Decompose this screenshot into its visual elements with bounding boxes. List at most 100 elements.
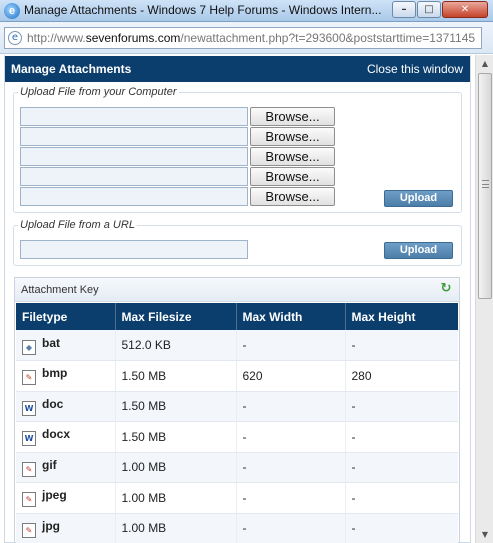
max-filesize-cell: 1.00 MB — [115, 482, 237, 514]
filetype-label: jpeg — [42, 488, 67, 503]
page-globe-icon: e — [8, 31, 22, 45]
browse-button-4[interactable]: Browse... — [250, 167, 335, 186]
browse-button-3[interactable]: Browse... — [250, 147, 335, 166]
filetype-cell: Wdoc — [16, 391, 116, 422]
window-title: Manage Attachments - Windows 7 Help Foru… — [24, 3, 382, 17]
file-path-field-5[interactable] — [20, 187, 248, 206]
file-path-field-4[interactable] — [20, 167, 248, 186]
manage-attachments-panel: Manage Attachments Close this window Upl… — [4, 55, 471, 543]
column-header-max-height[interactable]: Max Height — [345, 303, 458, 330]
file-path-field-2[interactable] — [20, 127, 248, 146]
close-this-window-link[interactable]: Close this window — [367, 62, 463, 76]
refresh-icon[interactable]: ↻ — [439, 282, 453, 296]
file-path-field-1[interactable] — [20, 107, 248, 126]
filetype-label: docx — [42, 427, 71, 442]
max-height-cell: 280 — [345, 360, 458, 392]
max-width-cell: - — [236, 330, 346, 361]
upload-computer-legend: Upload File from your Computer — [18, 86, 179, 98]
url-text[interactable]: http://www.sevenforums.com/newattachment… — [27, 31, 479, 47]
url-prefix: http://www. — [27, 31, 86, 45]
attachment-key-title: Attachment Key — [21, 284, 99, 296]
url-input[interactable] — [20, 240, 248, 259]
table-row: ✎ jpg 1.00 MB - - — [16, 513, 458, 543]
generic-file-icon: ◆ — [22, 339, 36, 355]
url-path: /newattachment.php?t=293600&poststarttim… — [180, 31, 476, 45]
upload-from-url-button[interactable]: Upload — [384, 242, 453, 259]
max-height-cell: - — [345, 421, 458, 453]
table-row: ✎ bmp 1.50 MB 620 280 — [16, 360, 458, 392]
window-titlebar: e Manage Attachments - Windows 7 Help Fo… — [0, 0, 493, 22]
table-row: ✎ gif 1.00 MB - - — [16, 452, 458, 483]
max-filesize-cell: 1.50 MB — [115, 391, 237, 422]
filetype-label: doc — [42, 396, 64, 411]
column-header-max-width[interactable]: Max Width — [236, 303, 346, 330]
column-header-max-filesize[interactable]: Max Filesize — [115, 303, 237, 330]
max-height-cell: - — [345, 482, 458, 514]
maximize-icon: □ — [424, 4, 434, 15]
scroll-down-arrow-icon[interactable]: ▼ — [477, 526, 493, 543]
minimize-button[interactable]: – — [392, 1, 416, 18]
max-width-cell: - — [236, 482, 346, 514]
filetype-cell: ◆ bat — [16, 330, 116, 361]
address-field[interactable]: e http://www.sevenforums.com/newattachme… — [4, 27, 482, 49]
filetype-label: gif — [42, 457, 57, 472]
scroll-up-arrow-icon[interactable]: ▲ — [477, 55, 493, 72]
vertical-scrollbar[interactable]: ▲ ▼ — [475, 55, 493, 543]
max-height-cell: - — [345, 452, 458, 483]
minimize-icon: – — [401, 4, 407, 15]
paint-image-icon: ✎ — [22, 522, 36, 538]
paint-image-icon: ✎ — [22, 461, 36, 477]
filetype-cell: ✎ gif — [16, 452, 116, 483]
max-width-cell: - — [236, 513, 346, 543]
max-filesize-cell: 1.00 MB — [115, 513, 237, 543]
filetype-cell: Wdocx — [16, 421, 116, 453]
panel-title: Manage Attachments — [11, 62, 132, 76]
paint-image-icon: ✎ — [22, 492, 36, 508]
upload-from-url-section: Upload File from a URL Upload — [13, 219, 462, 266]
close-icon: ✕ — [460, 4, 470, 15]
page-viewport: Manage Attachments Close this window Upl… — [0, 55, 493, 543]
browse-button-2[interactable]: Browse... — [250, 127, 335, 146]
browse-button-5[interactable]: Browse... — [250, 187, 335, 206]
attachment-key-header: Attachment Key ↻ — [15, 278, 459, 302]
filetype-label: bat — [42, 335, 60, 350]
upload-from-computer-section: Upload File from your Computer Browse...… — [13, 86, 462, 213]
table-row: ✎ jpeg 1.00 MB - - — [16, 482, 458, 514]
paint-image-icon: ✎ — [22, 370, 36, 386]
max-width-cell: - — [236, 452, 346, 483]
max-height-cell: - — [345, 330, 458, 361]
max-height-cell: - — [345, 391, 458, 422]
maximize-button[interactable]: □ — [417, 1, 441, 18]
table-row: Wdocx 1.50 MB - - — [16, 421, 458, 453]
table-row: ◆ bat 512.0 KB - - — [16, 330, 458, 361]
table-header-row: Filetype Max Filesize Max Width Max Heig… — [16, 303, 458, 330]
filetype-label: bmp — [42, 366, 68, 381]
table-row: Wdoc 1.50 MB - - — [16, 391, 458, 422]
max-filesize-cell: 1.00 MB — [115, 452, 237, 483]
max-width-cell: - — [236, 421, 346, 453]
filetype-cell: ✎ jpeg — [16, 482, 116, 514]
max-width-cell: - — [236, 391, 346, 422]
internet-explorer-icon: e — [4, 3, 20, 19]
panel-header: Manage Attachments Close this window — [5, 56, 470, 82]
max-filesize-cell: 512.0 KB — [115, 330, 237, 361]
word-document-icon: W — [22, 431, 36, 447]
filetype-cell: ✎ jpg — [16, 513, 116, 543]
file-path-field-3[interactable] — [20, 147, 248, 166]
address-bar: e http://www.sevenforums.com/newattachme… — [0, 22, 493, 54]
max-filesize-cell: 1.50 MB — [115, 421, 237, 453]
attachment-key-table: Filetype Max Filesize Max Width Max Heig… — [16, 303, 458, 543]
scrollbar-thumb[interactable] — [478, 73, 492, 299]
max-height-cell: - — [345, 513, 458, 543]
column-header-filetype[interactable]: Filetype — [16, 303, 116, 330]
browse-button-1[interactable]: Browse... — [250, 107, 335, 126]
filetype-cell: ✎ bmp — [16, 360, 116, 392]
max-width-cell: 620 — [236, 360, 346, 392]
max-filesize-cell: 1.50 MB — [115, 360, 237, 392]
attachment-key-section: Attachment Key ↻ Filetype Max Filesize M… — [14, 277, 460, 543]
grip-icon — [482, 180, 489, 188]
upload-from-computer-button[interactable]: Upload — [384, 190, 453, 207]
upload-url-legend: Upload File from a URL — [18, 219, 137, 231]
close-window-button[interactable]: ✕ — [442, 1, 488, 18]
word-document-icon: W — [22, 400, 36, 416]
